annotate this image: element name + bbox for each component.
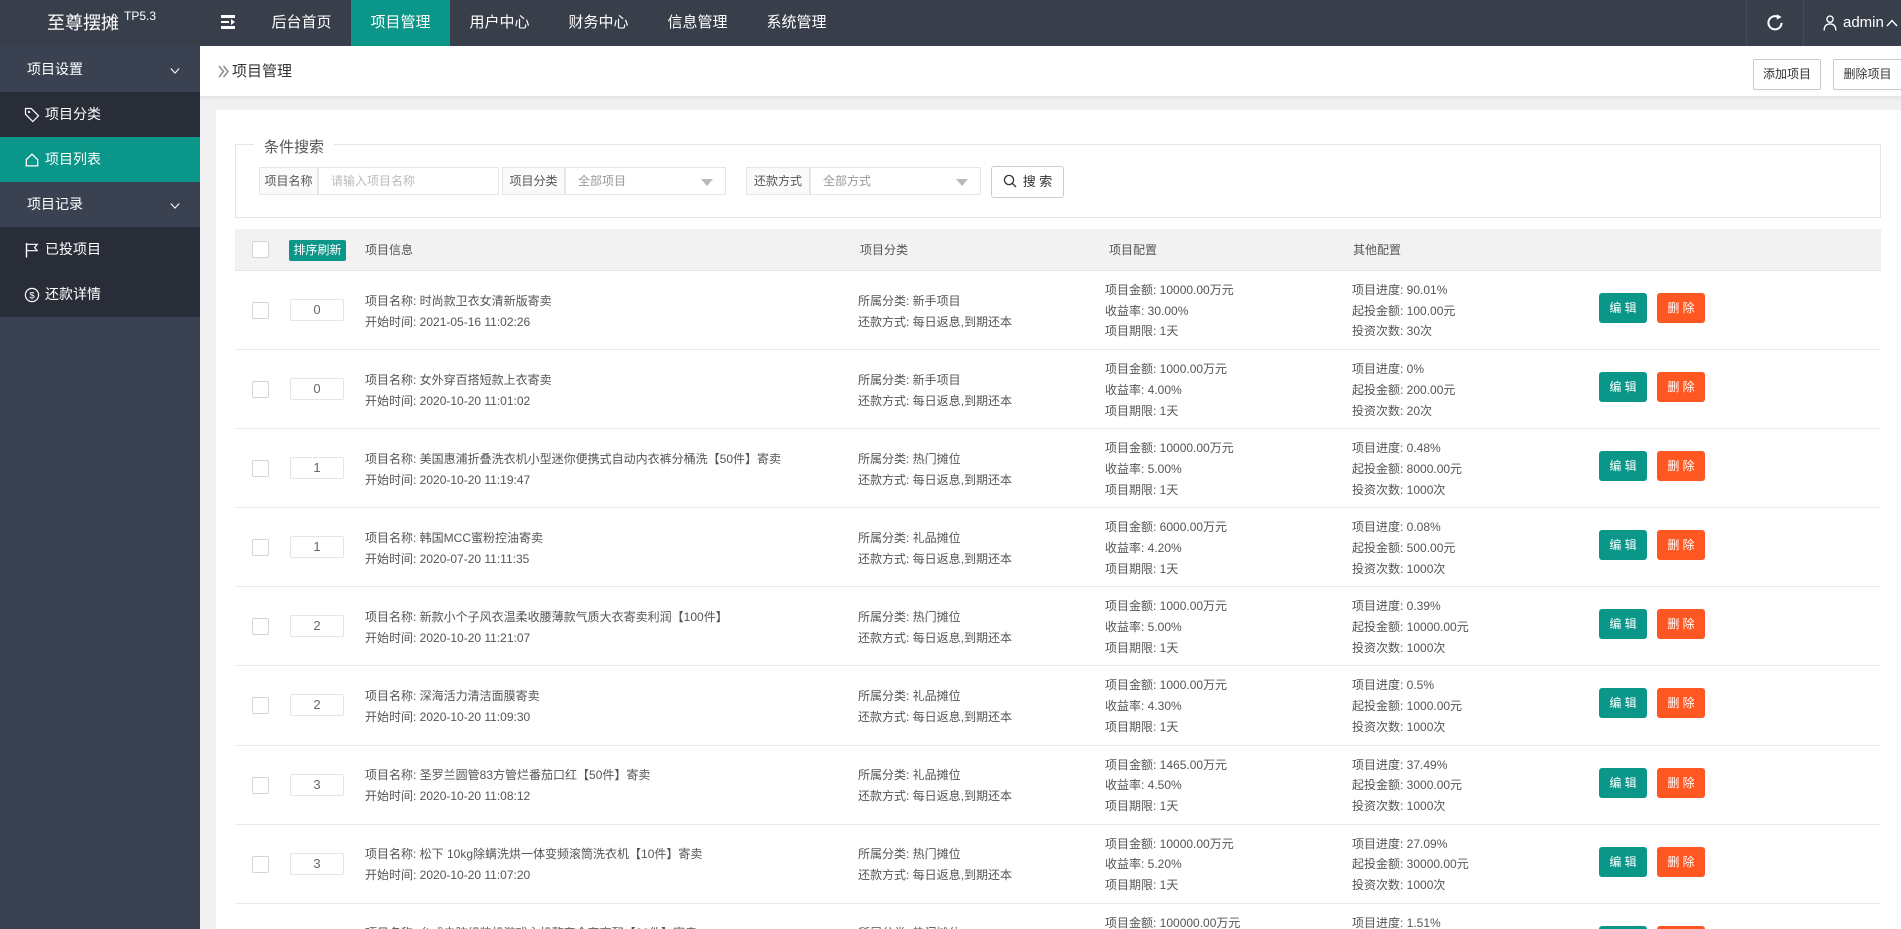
svg-text:$: $ <box>29 290 35 301</box>
